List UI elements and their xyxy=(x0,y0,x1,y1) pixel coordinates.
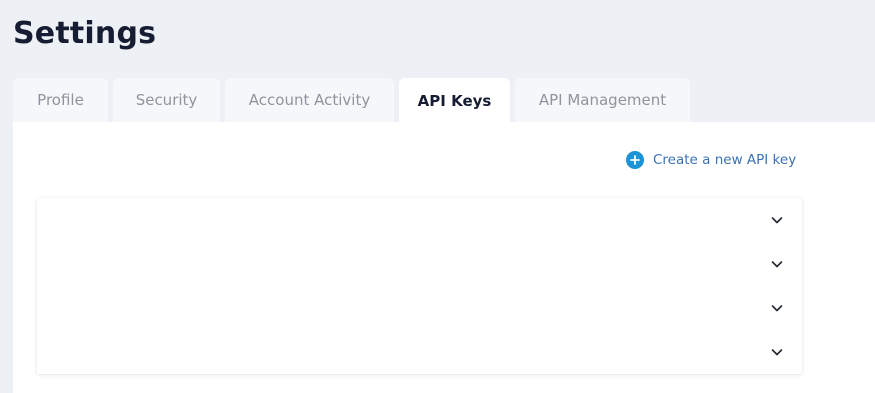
tab-security[interactable]: Security xyxy=(113,78,220,122)
tab-api-keys-label: API Keys xyxy=(417,92,492,110)
api-key-row[interactable] xyxy=(37,198,802,242)
tab-profile-label: Profile xyxy=(37,91,84,109)
api-key-row[interactable] xyxy=(37,286,802,330)
tab-account-activity-label: Account Activity xyxy=(248,91,371,109)
api-key-row[interactable] xyxy=(37,330,802,374)
create-api-key-label: Create a new API key xyxy=(653,152,797,168)
chevron-down-icon[interactable] xyxy=(771,346,783,358)
tab-security-label: Security xyxy=(135,91,198,109)
tab-api-management-label: API Management xyxy=(538,91,667,109)
tab-profile[interactable]: Profile xyxy=(13,78,108,122)
api-key-list xyxy=(37,198,802,374)
chevron-down-icon[interactable] xyxy=(771,258,783,270)
api-key-row[interactable] xyxy=(37,242,802,286)
tab-account-activity[interactable]: Account Activity xyxy=(225,78,394,122)
page-title: Settings xyxy=(13,16,157,51)
tab-api-keys[interactable]: API Keys xyxy=(399,78,510,124)
create-api-key-link[interactable]: Create a new API key xyxy=(626,150,796,170)
chevron-down-icon[interactable] xyxy=(771,214,783,226)
chevron-down-icon[interactable] xyxy=(771,302,783,314)
tab-api-management[interactable]: API Management xyxy=(515,78,690,122)
plus-circle-icon xyxy=(626,151,644,169)
